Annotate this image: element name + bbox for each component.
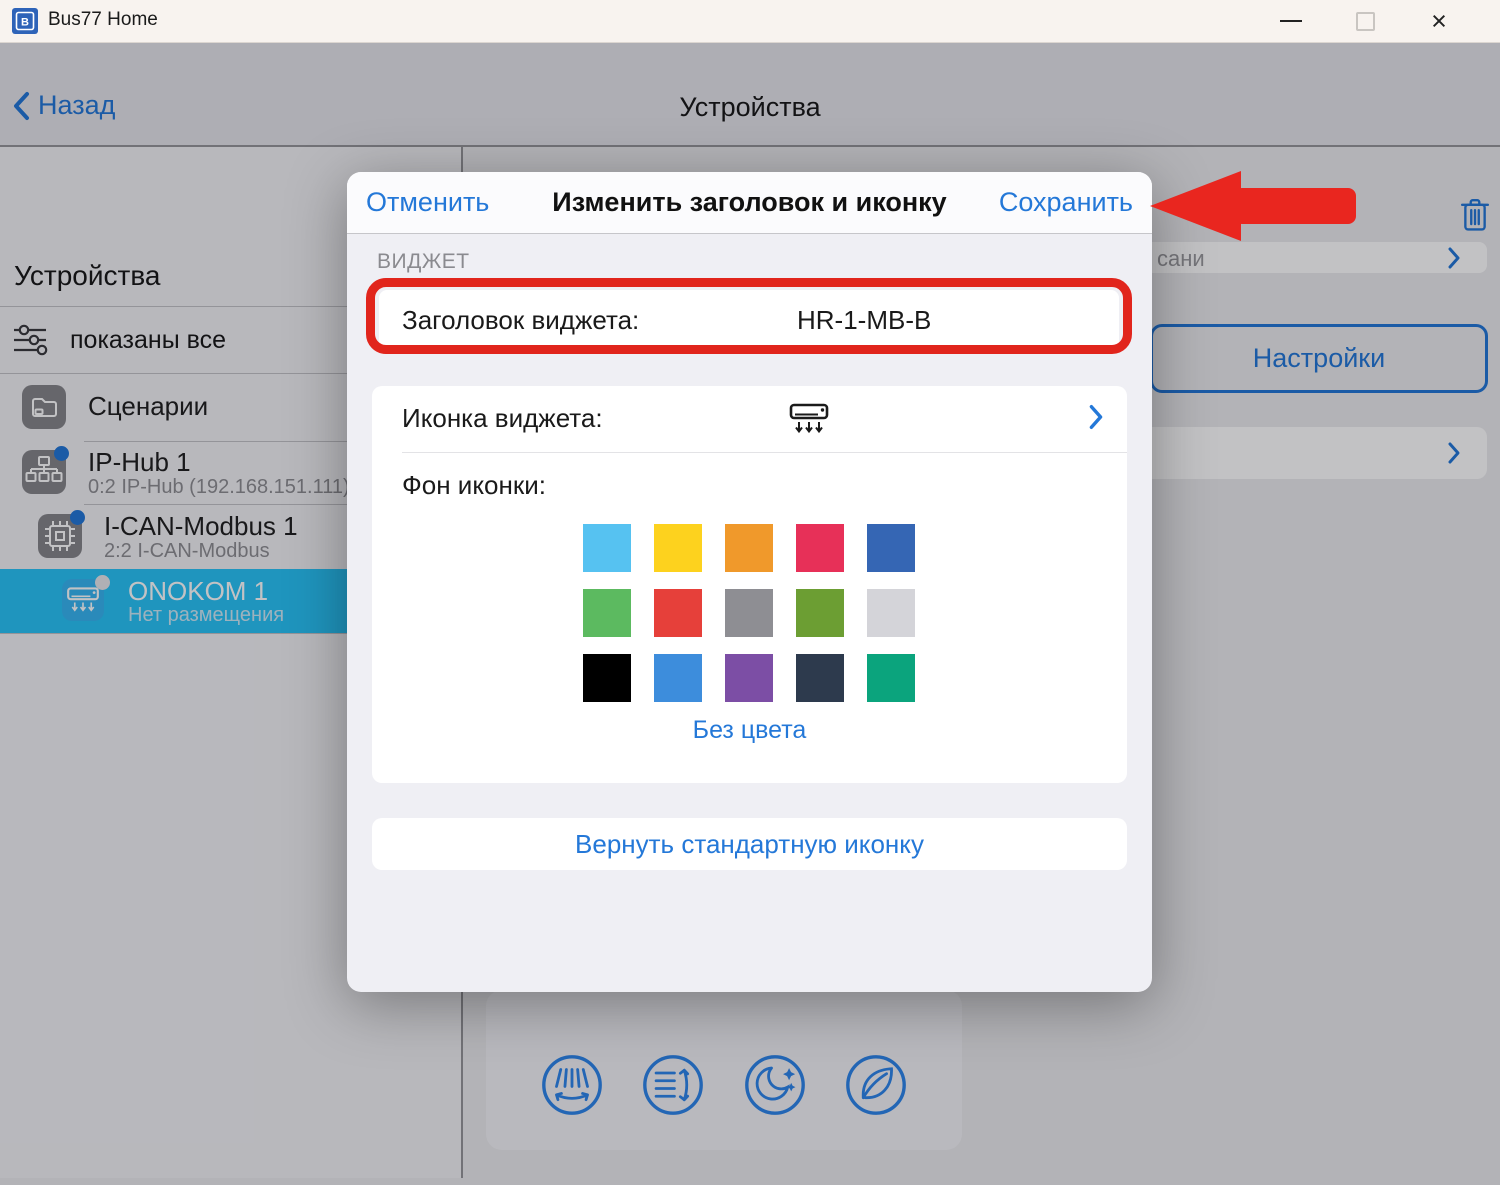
color-swatch-grid	[583, 524, 915, 719]
widget-icon-label: Иконка виджета:	[402, 403, 603, 434]
color-swatch[interactable]	[796, 589, 844, 637]
red-highlight-box	[366, 278, 1132, 354]
ac-unit-icon[interactable]	[789, 402, 829, 436]
color-swatch[interactable]	[725, 654, 773, 702]
maximize-button[interactable]	[1342, 0, 1388, 42]
color-swatch[interactable]	[725, 589, 773, 637]
icon-background-label: Фон иконки:	[402, 470, 546, 501]
color-swatch[interactable]	[583, 524, 631, 572]
window-titlebar: B Bus77 Home ×	[0, 0, 1500, 43]
icon-settings-card: Иконка виджета: Фон иконки:	[372, 386, 1127, 783]
save-button[interactable]: Сохранить	[999, 187, 1133, 218]
color-swatch[interactable]	[796, 654, 844, 702]
app-window: Назад Устройства Устройства + показаны в…	[0, 0, 1500, 1185]
color-swatch[interactable]	[867, 589, 915, 637]
reset-icon-button[interactable]: Вернуть стандартную иконку	[372, 818, 1127, 870]
color-swatch[interactable]	[654, 524, 702, 572]
section-label: ВИДЖЕТ	[377, 250, 470, 274]
color-swatch[interactable]	[725, 524, 773, 572]
svg-text:B: B	[21, 17, 29, 29]
color-swatch[interactable]	[654, 589, 702, 637]
no-color-link[interactable]: Без цвета	[372, 716, 1127, 745]
close-button[interactable]: ×	[1416, 0, 1462, 42]
chevron-right-icon[interactable]	[1088, 404, 1104, 430]
color-swatch[interactable]	[867, 524, 915, 572]
color-swatch[interactable]	[583, 589, 631, 637]
color-swatch[interactable]	[867, 654, 915, 702]
color-swatch[interactable]	[583, 654, 631, 702]
dialog-header: Отменить Изменить заголовок и иконку Сох…	[347, 172, 1152, 234]
window-title: Bus77 Home	[48, 9, 158, 31]
color-swatch[interactable]	[796, 524, 844, 572]
red-arrow-annotation	[1150, 171, 1362, 241]
minimize-button[interactable]	[1268, 0, 1314, 42]
divider	[402, 452, 1127, 453]
color-swatch[interactable]	[654, 654, 702, 702]
app-icon: B	[12, 8, 38, 34]
